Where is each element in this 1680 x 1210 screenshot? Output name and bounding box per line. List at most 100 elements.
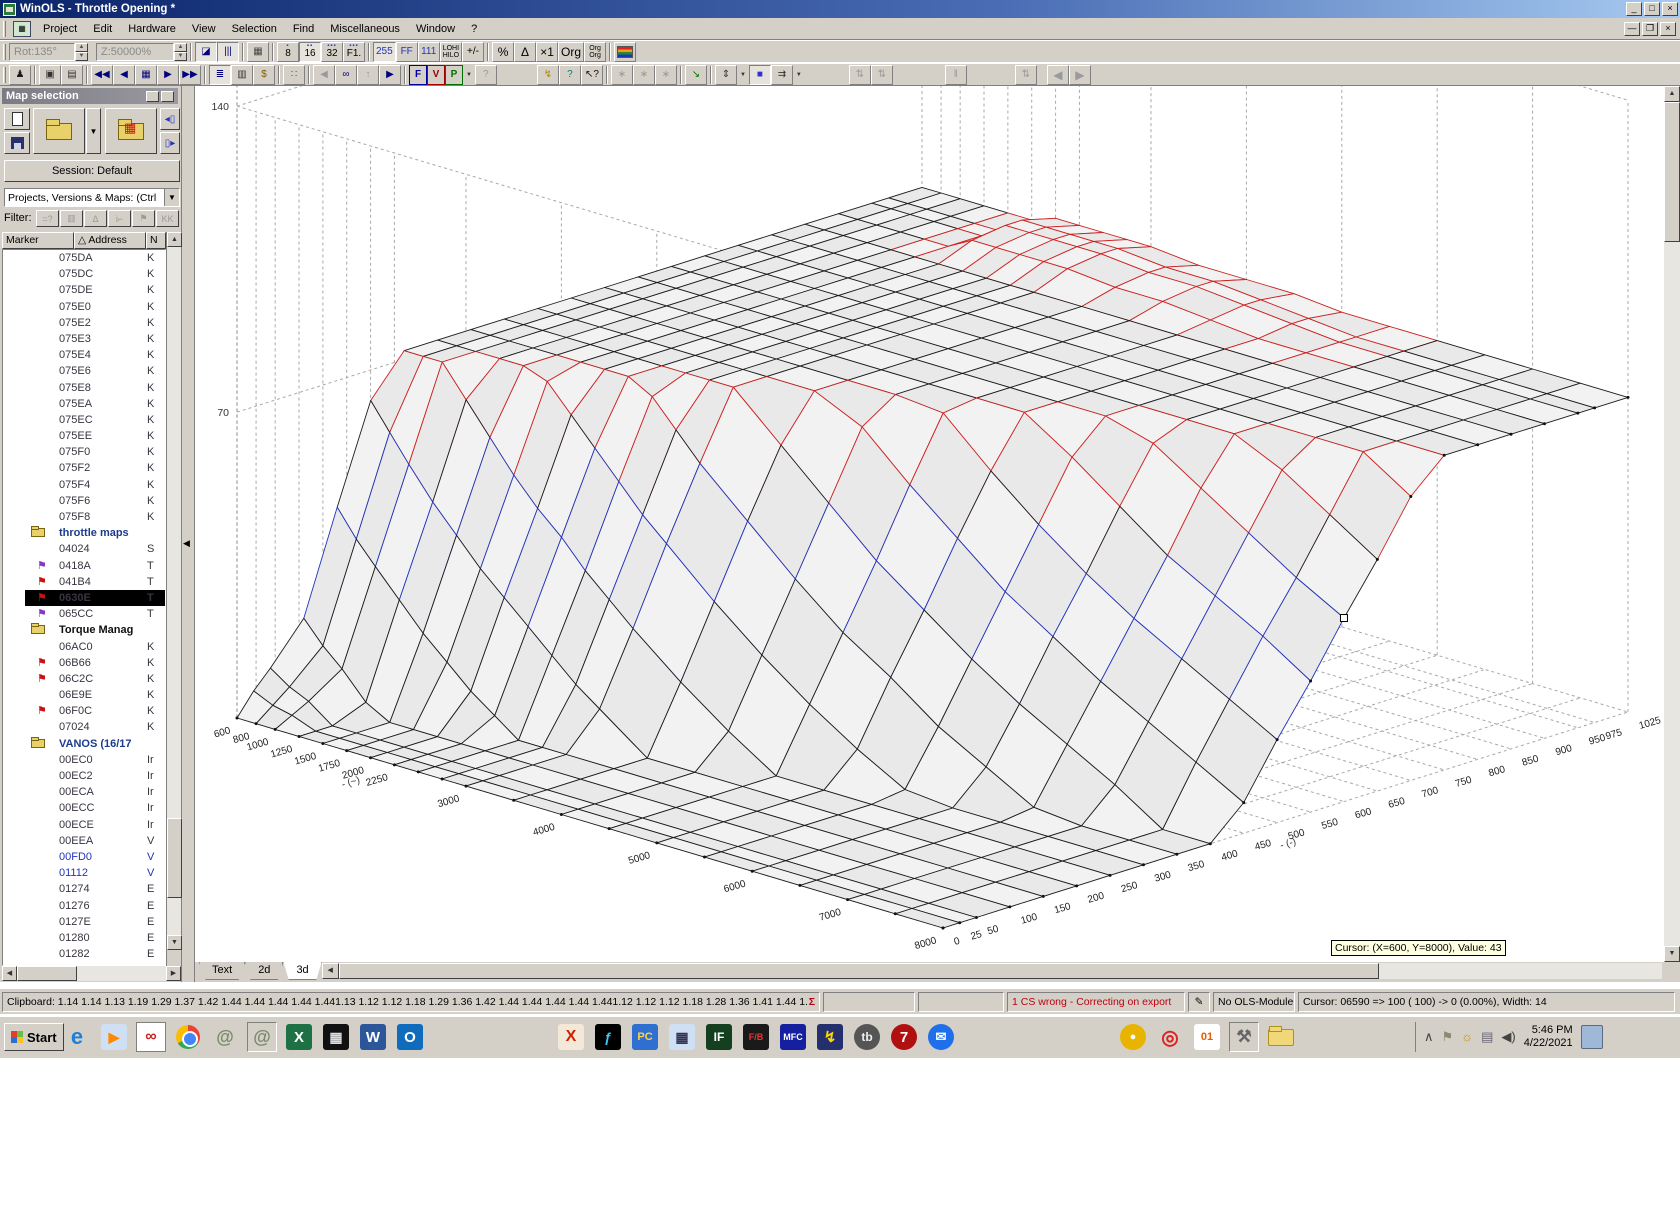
menu-find[interactable]: Find [285, 20, 322, 38]
open-version-button[interactable] [105, 108, 157, 154]
values-dropdown[interactable]: ▼ [463, 65, 475, 85]
filter-button-2[interactable]: Δ [84, 210, 107, 227]
map-row[interactable]: 01112V [3, 865, 165, 881]
map-panel-titlebar[interactable]: Map selection [2, 88, 178, 104]
map-row[interactable]: 075E3K [3, 331, 165, 347]
menu-project[interactable]: Project [35, 20, 85, 38]
map-folder-row[interactable]: throttle maps [3, 525, 165, 541]
taskbar-eeprom-icon[interactable]: F/B [741, 1022, 771, 1052]
checksum-button[interactable]: ↯ [537, 65, 559, 85]
map-row[interactable]: 00EEAV [3, 833, 165, 849]
context-help-button[interactable]: ↖? [581, 65, 603, 85]
scope-combobox[interactable]: Projects, Versions & Maps: (Ctrl ▼ [4, 188, 180, 207]
chart-vscrollbar[interactable]: ▲ ▼ [1664, 86, 1680, 962]
open-project-button[interactable] [33, 108, 85, 154]
taskbar-wrench-icon[interactable]: ⚒ [1229, 1022, 1259, 1052]
taskbar-ecm-2-icon[interactable]: @ [247, 1022, 277, 1052]
column-address[interactable]: △ Address [74, 232, 146, 249]
col-order-button[interactable]: ⇉ [771, 65, 793, 85]
map-row[interactable]: 075DAK [3, 250, 165, 266]
sign-button[interactable]: +/- [462, 42, 484, 62]
show-desktop-button[interactable] [1581, 1025, 1603, 1049]
taskbar-ecm-1-icon[interactable]: @ [210, 1022, 240, 1052]
original-button[interactable]: Org [558, 42, 584, 62]
map-row[interactable]: 01274E [3, 881, 165, 897]
search-upload-button[interactable]: ↑ [357, 65, 379, 85]
version-values-button[interactable]: V [427, 65, 445, 85]
zoom-field[interactable]: Z:50000% [96, 43, 174, 61]
flag-icon[interactable]: ⚑ [1442, 1029, 1454, 1045]
tab-3d[interactable]: 3d [283, 962, 321, 980]
fill-mode-button[interactable]: ■ [749, 65, 771, 85]
taskbar-tunerpro-icon[interactable]: tb [852, 1022, 882, 1052]
rotation-field[interactable]: Rot:135° [9, 43, 75, 61]
chart-scroll-down-icon[interactable]: ▼ [1664, 946, 1680, 962]
map-row[interactable]: ⚑065CCT [3, 606, 165, 622]
filter-button-1[interactable]: ▥ [60, 210, 83, 227]
display-hex-button[interactable]: FF [396, 42, 418, 62]
chart-vscroll-thumb[interactable] [1664, 102, 1680, 242]
map-row[interactable]: 00ECCIr [3, 800, 165, 816]
menu-view[interactable]: View [184, 20, 224, 38]
taskbar-winols-icon[interactable]: ∞ [136, 1022, 166, 1052]
preview-window-button[interactable]: ▥ [231, 65, 253, 85]
row-order-dropdown[interactable]: ▼ [737, 65, 749, 85]
map-row[interactable]: 01276E [3, 898, 165, 914]
search-back-button[interactable]: ◀ [313, 65, 335, 85]
map-row[interactable]: 075DCK [3, 266, 165, 282]
map-row[interactable]: 07024K [3, 719, 165, 735]
width-32-button[interactable]: ▪▪▪32 [321, 42, 343, 62]
taskbar-calculator-icon[interactable]: ▦ [667, 1022, 697, 1052]
auto-detect-maps-button[interactable]: ♟ [9, 65, 31, 85]
chevron-down-icon[interactable]: ▼ [164, 189, 179, 206]
import-file-button[interactable]: ◂▯ [160, 108, 180, 130]
map-list-hscrollbar[interactable]: ◀ ▶ [2, 966, 181, 981]
factory-values-button[interactable]: F [409, 65, 427, 85]
toolbar2-grip[interactable] [3, 67, 6, 83]
surface-plot[interactable]: 1407060080010001250150017502000225030004… [195, 86, 1664, 962]
map-row[interactable]: 075EEK [3, 428, 165, 444]
map-row[interactable]: 0127EE [3, 914, 165, 930]
scroll-down-icon[interactable]: ▼ [167, 935, 182, 950]
zoom-spinner[interactable]: ▲▼ [174, 43, 187, 61]
mdi-close-button[interactable]: × [1660, 22, 1676, 36]
taskbar-pc-tool-icon[interactable]: PC [630, 1022, 660, 1052]
map-row[interactable]: 00EC0Ir [3, 752, 165, 768]
map-row[interactable]: 075E8K [3, 380, 165, 396]
taskbar-if-tool-icon[interactable]: IF [704, 1022, 734, 1052]
filter-button-4[interactable]: ⚑ [132, 210, 155, 227]
map-row[interactable]: 075E2K [3, 315, 165, 331]
project-values-button[interactable]: P [445, 65, 463, 85]
menu-[interactable]: ? [463, 20, 485, 38]
width-16-button[interactable]: ▪▪16 [299, 42, 321, 62]
view-3d-button[interactable]: ◪ [195, 42, 217, 62]
taskbar-explorer-icon[interactable] [1266, 1022, 1296, 1052]
map-row[interactable]: ⚑06B66K [3, 655, 165, 671]
map-row[interactable]: 06E9EK [3, 687, 165, 703]
first-map-button[interactable]: ◀◀ [91, 65, 113, 85]
redo-button[interactable]: ▶ [1069, 65, 1091, 85]
next-map-button[interactable]: ▶ [157, 65, 179, 85]
help-inactive-button[interactable]: ? [475, 65, 497, 85]
map-row[interactable]: 00EC2Ir [3, 768, 165, 784]
delta-button[interactable]: Δ [514, 42, 536, 62]
panel-close-button[interactable] [161, 91, 174, 102]
map-row[interactable]: 075EAK [3, 396, 165, 412]
org-org-button[interactable]: OrgOrg [584, 42, 606, 62]
toolbar1-grip[interactable] [3, 44, 6, 60]
window-minimize-button[interactable]: _ [1626, 2, 1642, 16]
menu-selection[interactable]: Selection [224, 20, 285, 38]
width-f1-button[interactable]: ▪▪▪F1. [343, 42, 365, 62]
properties-button[interactable]: $ [253, 65, 275, 85]
taskbar-password-icon[interactable]: ● [1118, 1022, 1148, 1052]
map-row[interactable]: 075F2K [3, 460, 165, 476]
display-dec-button[interactable]: 255 [373, 42, 396, 62]
updates-icon[interactable]: ☼ [1461, 1029, 1473, 1045]
undo-button[interactable]: ◀ [1047, 65, 1069, 85]
window-maximize-button[interactable]: □ [1644, 2, 1660, 16]
new-window-button[interactable]: ▣ [39, 65, 61, 85]
export-file-button[interactable]: ▯▸ [160, 132, 180, 154]
map-row[interactable]: 00ECEIr [3, 817, 165, 833]
menu-edit[interactable]: Edit [85, 20, 120, 38]
map-row[interactable]: 00ECAIr [3, 784, 165, 800]
